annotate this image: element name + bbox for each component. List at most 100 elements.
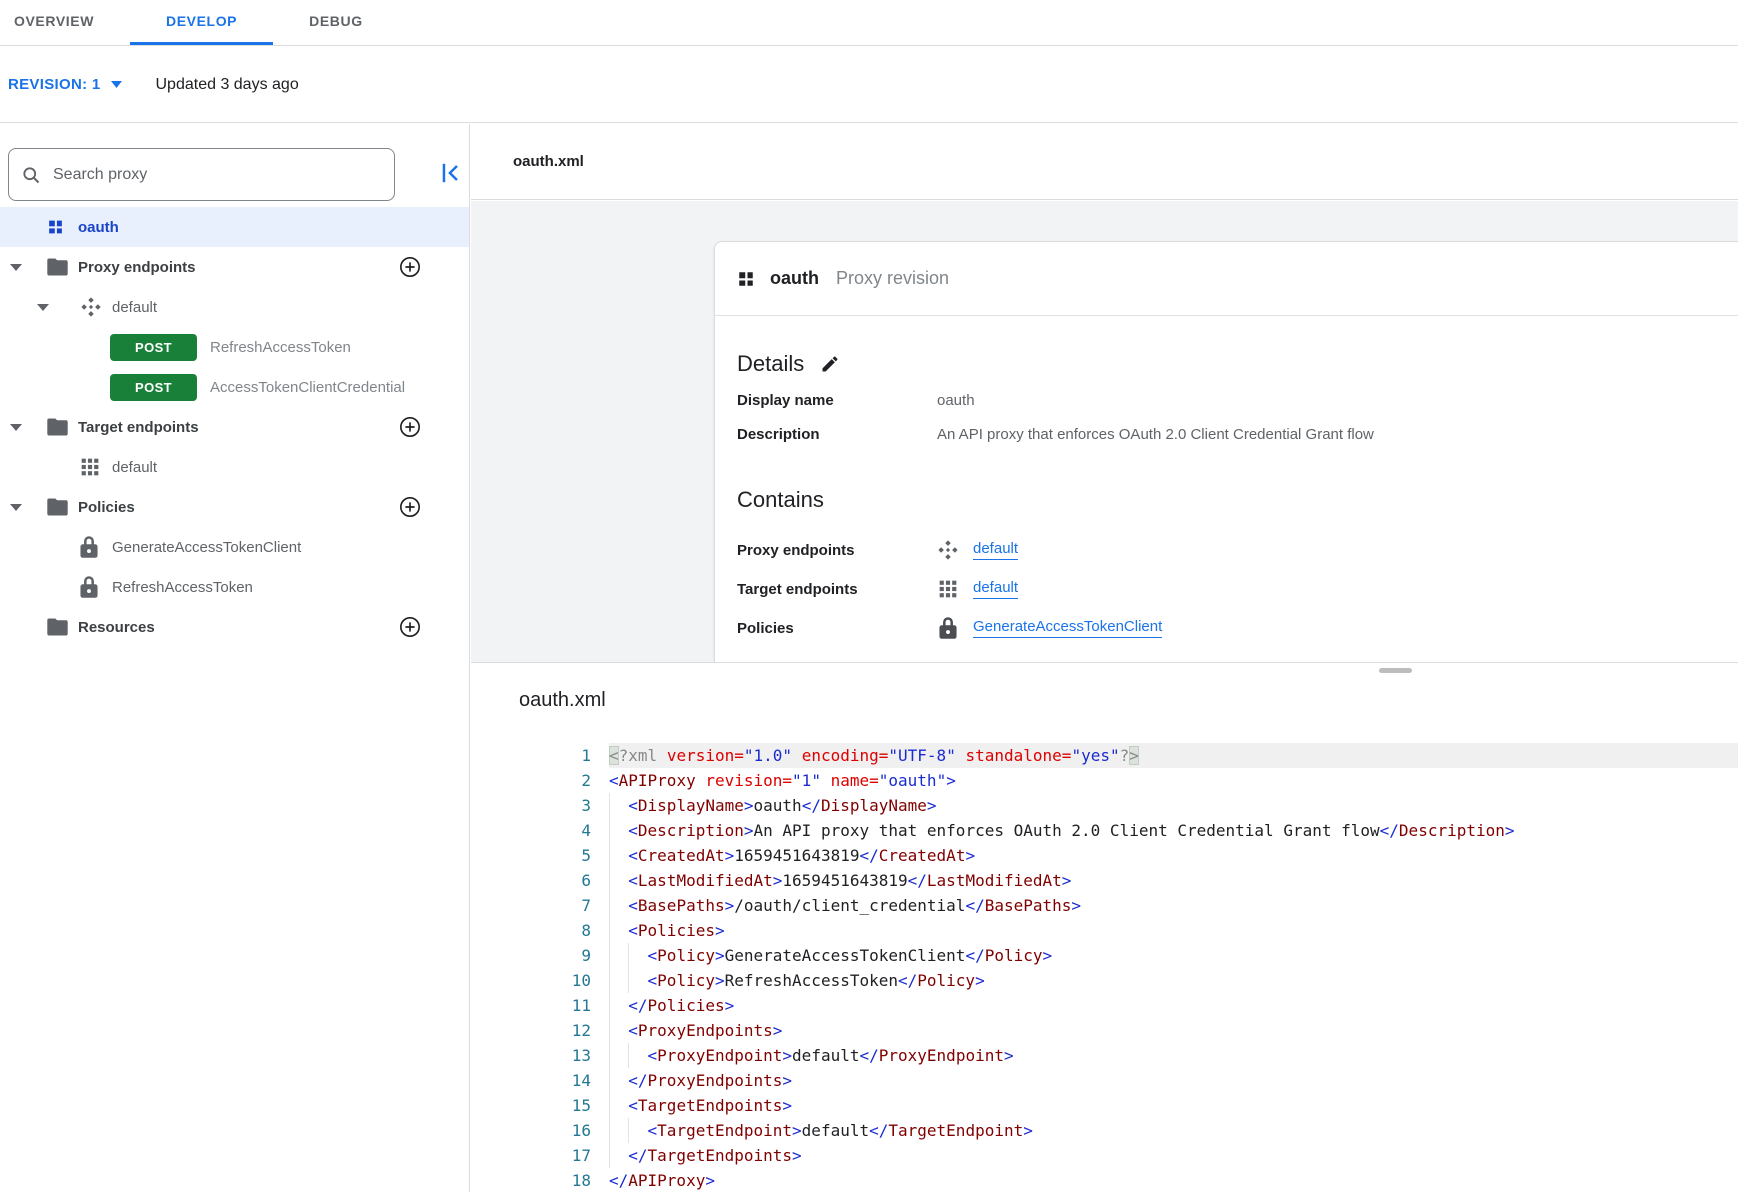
caret-down-icon[interactable]	[10, 264, 22, 271]
indent-guide	[609, 1118, 610, 1143]
tree-label-access-token-client-credential: AccessTokenClientCredential	[210, 379, 405, 396]
proxy-revision-card: oauth Proxy revision Details Display nam…	[714, 241, 1738, 662]
tree-label-policies: Policies	[78, 499, 135, 516]
policy-generate-access-token-client-link[interactable]: GenerateAccessTokenClient	[973, 618, 1162, 638]
code-line: 7 <BasePaths>/oauth/client_credential</B…	[471, 893, 1738, 918]
sidebar-search-area	[0, 124, 469, 201]
caret-down-icon[interactable]	[37, 304, 49, 311]
contains-policies-row: Policies GenerateAccessTokenClient	[737, 616, 1714, 640]
proxy-endpoint-icon	[937, 539, 959, 561]
tab-debug[interactable]: DEBUG	[273, 0, 399, 45]
add-resource-button[interactable]	[399, 616, 421, 638]
contains-proxy-endpoints-row: Proxy endpoints default	[737, 538, 1714, 562]
search-proxy-box[interactable]	[8, 148, 395, 201]
tree-label-resources: Resources	[78, 619, 155, 636]
folder-icon	[47, 499, 68, 516]
tree-row-proxy-endpoints[interactable]: Proxy endpoints	[0, 247, 469, 287]
line-number: 6	[471, 868, 591, 893]
search-proxy-input[interactable]	[51, 165, 382, 185]
indent-guide	[609, 993, 610, 1018]
line-number: 8	[471, 918, 591, 943]
tree-row-oauth[interactable]: oauth	[0, 207, 469, 247]
main-editor-area: oauth.xml oauth Proxy revision Details	[471, 124, 1738, 1192]
code-line: 18</APIProxy>	[471, 1168, 1738, 1192]
proxy-app-icon	[737, 270, 755, 288]
card-title: oauth	[770, 268, 819, 289]
tree-label-target-endpoints: Target endpoints	[78, 419, 199, 436]
method-badge-post: POST	[110, 374, 197, 401]
display-name-value: oauth	[937, 390, 975, 412]
card-header: oauth Proxy revision	[715, 242, 1738, 316]
indent-guide	[609, 893, 610, 918]
indent-guide	[609, 1043, 610, 1068]
code-line: 3 <DisplayName>oauth</DisplayName>	[471, 793, 1738, 818]
line-number: 9	[471, 943, 591, 968]
chevron-down-icon	[111, 81, 122, 88]
tree-row-proxy-endpoint-default[interactable]: default	[0, 287, 469, 327]
add-policy-button[interactable]	[399, 496, 421, 518]
revision-selector[interactable]: REVISION: 1	[8, 76, 122, 93]
code-line: 16 <TargetEndpoint>default</TargetEndpoi…	[471, 1118, 1738, 1143]
add-proxy-endpoint-button[interactable]	[399, 256, 421, 278]
indent-guide	[609, 918, 610, 943]
proxy-editor-tabs: OVERVIEW DEVELOP DEBUG	[0, 0, 1738, 46]
code-panel-title: oauth.xml	[471, 663, 1738, 715]
description-row: Description An API proxy that enforces O…	[737, 424, 1714, 446]
indent-guide	[609, 868, 610, 893]
line-number: 16	[471, 1118, 591, 1143]
tree-row-refresh-access-token-flow[interactable]: POST RefreshAccessToken	[0, 327, 469, 367]
target-endpoint-default-link[interactable]: default	[973, 579, 1018, 599]
policy-lock-icon	[80, 576, 98, 598]
indent-guide	[628, 943, 629, 968]
revision-bar: REVISION: 1 Updated 3 days ago	[0, 47, 1738, 123]
code-panel: oauth.xml 1<?xml version="1.0" encoding=…	[471, 662, 1738, 1192]
indent-guide	[609, 1068, 610, 1093]
code-line: 17 </TargetEndpoints>	[471, 1143, 1738, 1168]
description-value: An API proxy that enforces OAuth 2.0 Cli…	[937, 424, 1374, 446]
line-number: 10	[471, 968, 591, 993]
indent-guide	[609, 1143, 610, 1168]
contains-target-endpoints-label: Target endpoints	[737, 581, 937, 598]
tab-overview[interactable]: OVERVIEW	[0, 0, 130, 45]
card-subtitle: Proxy revision	[836, 268, 949, 289]
caret-down-icon[interactable]	[10, 424, 22, 431]
code-line: 11 </Policies>	[471, 993, 1738, 1018]
panel-resize-handle[interactable]	[1379, 668, 1412, 673]
code-line: 12 <ProxyEndpoints>	[471, 1018, 1738, 1043]
tree-row-access-token-client-credential-flow[interactable]: POST AccessTokenClientCredential	[0, 367, 469, 407]
code-line: 14 </ProxyEndpoints>	[471, 1068, 1738, 1093]
tree-row-target-endpoint-default[interactable]: default	[0, 447, 469, 487]
edit-pencil-icon[interactable]	[820, 354, 840, 374]
line-number: 14	[471, 1068, 591, 1093]
code-line: 1<?xml version="1.0" encoding="UTF-8" st…	[471, 743, 1738, 768]
indent-guide	[609, 818, 610, 843]
code-editor[interactable]: 1<?xml version="1.0" encoding="UTF-8" st…	[471, 743, 1738, 1192]
tree-row-refresh-access-token-policy[interactable]: RefreshAccessToken	[0, 567, 469, 607]
collapse-panel-icon[interactable]	[438, 160, 464, 186]
tree-row-policies[interactable]: Policies	[0, 487, 469, 527]
code-line: 4 <Description>An API proxy that enforce…	[471, 818, 1738, 843]
proxy-endpoint-default-link[interactable]: default	[973, 540, 1018, 560]
last-updated-text: Updated 3 days ago	[156, 76, 299, 94]
tree-row-generate-access-token-client-policy[interactable]: GenerateAccessTokenClient	[0, 527, 469, 567]
tree-row-resources[interactable]: Resources	[0, 607, 469, 647]
code-line: 10 <Policy>RefreshAccessToken</Policy>	[471, 968, 1738, 993]
tree-row-target-endpoints[interactable]: Target endpoints	[0, 407, 469, 447]
target-endpoint-icon	[80, 457, 100, 477]
display-name-row: Display name oauth	[737, 390, 1714, 412]
add-target-endpoint-button[interactable]	[399, 416, 421, 438]
code-line: 5 <CreatedAt>1659451643819</CreatedAt>	[471, 843, 1738, 868]
policy-lock-icon	[80, 536, 98, 558]
folder-icon	[47, 259, 68, 276]
apigee-proxy-editor: OVERVIEW DEVELOP DEBUG REVISION: 1 Updat…	[0, 0, 1738, 1192]
tab-develop[interactable]: DEVELOP	[130, 0, 273, 45]
line-number: 17	[471, 1143, 591, 1168]
indent-guide	[609, 943, 610, 968]
caret-down-icon[interactable]	[10, 504, 22, 511]
proxy-tree-sidebar: oauth Proxy endpoints	[0, 124, 470, 1192]
file-header: oauth.xml	[471, 124, 1738, 200]
code-line: 6 <LastModifiedAt>1659451643819</LastMod…	[471, 868, 1738, 893]
contains-target-endpoints-row: Target endpoints default	[737, 577, 1714, 601]
line-number: 5	[471, 843, 591, 868]
proxy-tree: oauth Proxy endpoints	[0, 207, 469, 647]
